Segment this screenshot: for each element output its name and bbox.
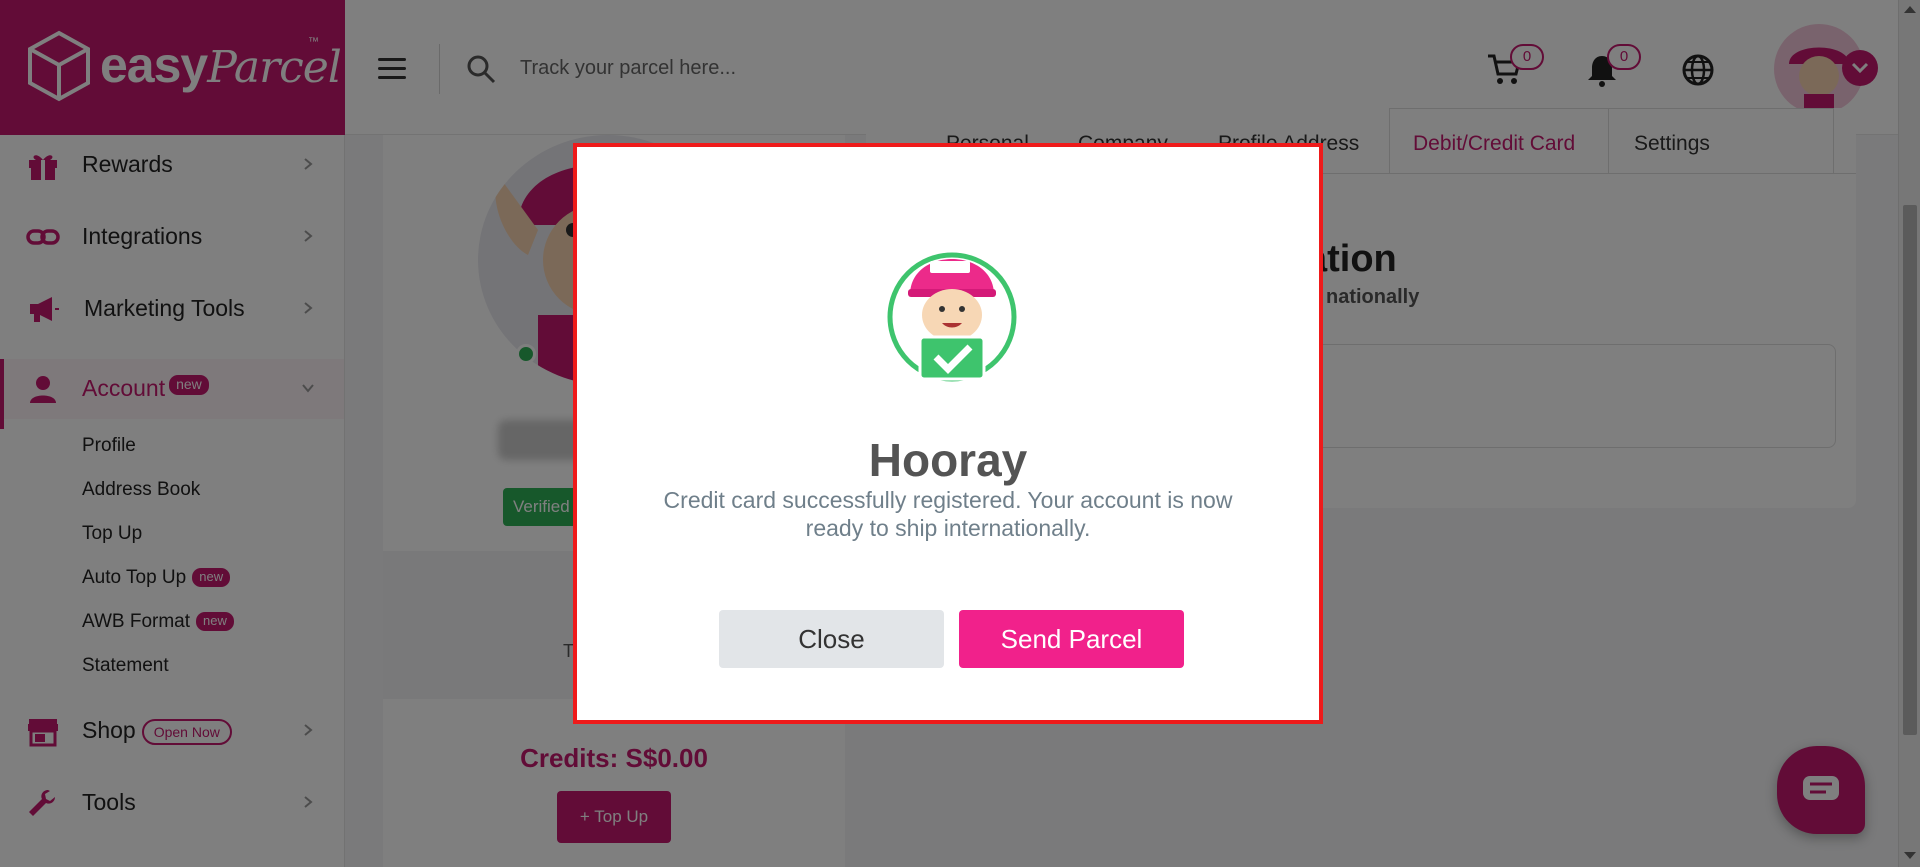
modal-title: Hooray <box>868 434 1028 486</box>
mascot-success-icon <box>887 252 1017 382</box>
success-modal: Hooray Credit card successfully register… <box>573 143 1323 724</box>
close-button[interactable]: Close <box>719 610 944 668</box>
send-parcel-button[interactable]: Send Parcel <box>959 610 1184 668</box>
modal-message: Credit card successfully registered. You… <box>663 487 1233 541</box>
